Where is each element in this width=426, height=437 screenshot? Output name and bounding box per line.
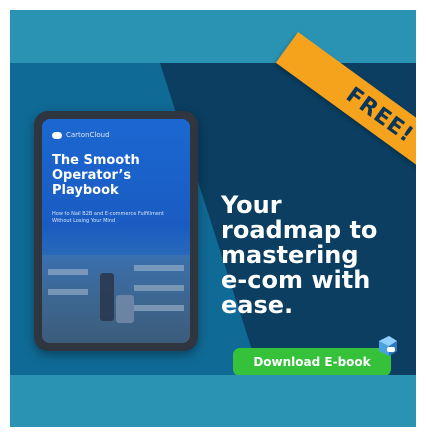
download-ebook-button[interactable]: Download E-book [233, 348, 391, 375]
tablet-mockup: CartonCloud The Smooth Operator’s Playbo… [34, 111, 198, 351]
book-brand: CartonCloud [52, 131, 110, 139]
book-subtitle: How to Nail B2B and E-commerce Fulfillme… [52, 211, 165, 224]
shelf-shape [48, 269, 88, 275]
cart-figure [116, 295, 134, 323]
shelf-shape [48, 289, 88, 295]
worker-figure [100, 273, 114, 321]
book-brand-label: CartonCloud [66, 131, 110, 139]
shelf-shape [134, 305, 184, 311]
warehouse-photo [42, 255, 190, 343]
cloud-logo-icon [52, 131, 62, 139]
ad-frame: CartonCloud The Smooth Operator’s Playbo… [10, 10, 416, 427]
shelf-shape [134, 285, 184, 291]
book-title: The Smooth Operator’s Playbook [52, 153, 140, 198]
shelf-shape [134, 265, 184, 271]
ebook-cover: CartonCloud The Smooth Operator’s Playbo… [42, 119, 190, 343]
headline: Your roadmap to mastering e-com with eas… [221, 191, 378, 319]
cartoncloud-logo-icon [379, 336, 397, 356]
